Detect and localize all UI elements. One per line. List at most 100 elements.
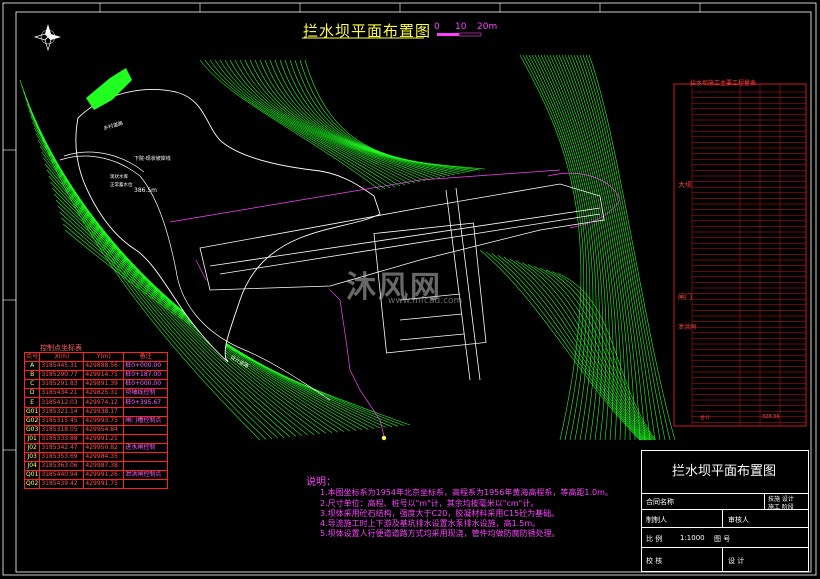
control-table-cell: 429954.84 <box>83 424 125 435</box>
tb-row-people: 制制人 审核人 <box>642 509 808 528</box>
note-item: 4.导流施工时上下游及基坑排水设置水泵排水设施，高1.5m。 <box>320 519 541 529</box>
control-table-cell: 桩0+000.00 <box>123 379 168 390</box>
control-table-cell: G03 <box>23 424 41 435</box>
control-point-table: 点号 X(m) Y(m) 备注 A 3185445.31 429888.56 桩0+0… <box>23 351 168 490</box>
control-table-cell: 429891.39 <box>83 379 125 390</box>
control-table-cell: 3185318.05 <box>39 424 85 435</box>
control-table-row: Q01 3185440.94 429991.26 泄洪闸控制点 <box>23 470 168 481</box>
control-table-cell: 429991.26 <box>83 470 125 481</box>
control-table-row: J03 3185353.69 429984.35 <box>23 452 168 463</box>
control-table-cell: E <box>23 397 41 408</box>
control-table-cell: J01 <box>23 433 41 444</box>
drawing-title: 拦水坝平面布置图 <box>303 22 432 40</box>
title-block-title: 拦水坝平面布置图 <box>671 464 776 479</box>
control-table-cell: 坝轴线控制 <box>123 388 168 399</box>
control-table-cell: 3185315.45 <box>39 415 85 426</box>
tb-drawn-label: 制制人 <box>646 516 667 524</box>
control-table-cell: 3185434.21 <box>39 388 85 399</box>
eng-section-dam: 大坝 <box>678 181 692 189</box>
control-table-cell <box>123 452 168 463</box>
control-table-row: E 3185412.03 429974.12 桩0+395.67 <box>23 397 168 408</box>
control-table-cell: 429991.21 <box>83 433 125 444</box>
control-table-cell: 3185439.42 <box>39 479 85 490</box>
outlet-marker <box>381 435 387 441</box>
eng-total-value: 328.36 <box>762 414 780 420</box>
notes-heading: 说明： <box>306 477 336 488</box>
control-table-cell: 3185412.03 <box>39 397 85 408</box>
tb-row-contract: 合同名称 技施 设计 施工 阶段 <box>642 493 808 511</box>
tb-contract-label: 合同名称 <box>646 498 674 506</box>
control-table-cell: A <box>23 361 41 372</box>
control-table-cell: 3185333.88 <box>39 433 85 444</box>
control-table-cell: 桩0+000.00 <box>123 361 168 372</box>
control-table-cell: 429950.82 <box>83 442 125 454</box>
col-point: 点号 <box>23 351 41 363</box>
water-level-label2: 正常蓄水位 <box>110 181 133 188</box>
control-table-cell: 桩0+395.67 <box>123 397 168 408</box>
control-table-cell: 429938.17 <box>83 406 125 417</box>
control-table-cell: 3185342.47 <box>39 442 85 454</box>
water-level-value: 386.5m <box>134 187 157 194</box>
control-table-cell: Q02 <box>23 479 41 490</box>
reservoir-outline <box>75 89 381 363</box>
tb-scale-value: 1:1000 <box>680 534 705 542</box>
control-table-cell <box>123 433 168 444</box>
notes-block: 说明： 1.本图坐标系为1954年北京坐标系，高程系为1956年黄海高程系，等高… <box>306 477 613 540</box>
control-table-cell: 429974.12 <box>83 397 125 408</box>
north-arrow-icon <box>33 24 61 52</box>
control-table-cell: 进水闸控制 <box>123 442 168 454</box>
control-table-cell: 429914.75 <box>83 370 125 381</box>
watermark-url: www.mfcad.com <box>388 296 463 306</box>
eng-total-label: 合计 <box>700 415 711 421</box>
control-table-row: B 3185290.77 429914.75 桩0+187.00 <box>23 370 168 381</box>
control-table-cell: 429987.38 <box>83 461 125 472</box>
tb-design-person-label: 设 计 <box>728 557 745 565</box>
control-table-cell: 429825.31 <box>83 388 125 399</box>
control-table-cell: 3185291.83 <box>39 379 85 390</box>
tb-scale-label: 比 例 <box>646 535 663 543</box>
scale-bar <box>437 32 482 37</box>
control-table-cell: G01 <box>23 406 41 417</box>
engineering-table-grid <box>691 84 806 426</box>
control-table-cell: B <box>23 370 41 381</box>
control-table-header: 点号 X(m) Y(m) 备注 <box>23 351 168 363</box>
control-table-cell <box>123 424 168 435</box>
control-table-row: C 3185291.83 429891.39 桩0+000.00 <box>23 379 168 390</box>
eng-section-spillway: 泄洪闸 <box>678 324 697 331</box>
control-table-cell: D <box>23 388 41 399</box>
note-item: 1.本图坐标系为1954年北京坐标系，高程系为1956年黄海高程系，等高距1.0… <box>320 488 613 498</box>
control-table-cell: 3185290.77 <box>39 370 85 381</box>
control-table-row: D 3185434.21 429825.31 坝轴线控制 <box>23 388 168 399</box>
engineering-table-title: 拦水坝施工主要工程量表 <box>690 80 757 87</box>
note-item: 3.坝体采用砼石结构，强度大于C20，胶凝材料采用C15砼为基础。 <box>320 508 560 518</box>
control-table-cell: G02 <box>23 415 41 426</box>
note-item: 5.坝体设置人行便道道路方式均采用现浇，管件均做防腐防锈处理。 <box>320 529 560 539</box>
control-table-cell: 桩0+187.00 <box>123 370 168 381</box>
control-table-cell <box>123 479 168 490</box>
control-table-row: J02 3185342.47 429950.82 进水闸控制 <box>23 442 168 454</box>
control-table-row: J01 3185333.88 429991.21 <box>23 433 168 444</box>
control-table-cell: 429984.35 <box>83 452 125 463</box>
eng-section-gate: 闸门 <box>678 293 692 301</box>
control-table-cell: 3185363.06 <box>39 461 85 472</box>
control-table-cell: 429993.75 <box>83 415 125 426</box>
tb-review-label: 审核人 <box>728 516 749 524</box>
control-table-row: G03 3185318.05 429954.84 <box>23 424 168 435</box>
control-table-row: A 3185445.31 429888.56 桩0+000.00 <box>23 361 168 372</box>
control-table-cell: 429888.56 <box>83 361 125 372</box>
control-table-cell: C <box>23 379 41 390</box>
control-table-cell: 3185353.69 <box>39 452 85 463</box>
scale-tick-10: 10 <box>455 22 467 32</box>
col-y: Y(m) <box>83 351 125 363</box>
tb-check-label: 校 核 <box>646 557 663 565</box>
col-remark: 备注 <box>123 351 168 363</box>
control-table-cell: J03 <box>23 452 41 463</box>
control-table-cell: 闸门槽控制点 <box>123 415 168 426</box>
tb-row-scale: 比 例 1:1000 图 号 <box>642 527 808 548</box>
reservoir-label: 下院-现状坡岸线 <box>134 155 171 162</box>
control-table-row: J04 3185363.06 429987.38 <box>23 461 168 472</box>
water-level-label1: 现状水库 <box>110 173 128 180</box>
scale-tick-0: 0 <box>434 22 440 32</box>
tb-row-check: 校 核 设 计 <box>642 547 808 572</box>
control-table-row: Q02 3185439.42 429991.75 <box>23 479 168 490</box>
